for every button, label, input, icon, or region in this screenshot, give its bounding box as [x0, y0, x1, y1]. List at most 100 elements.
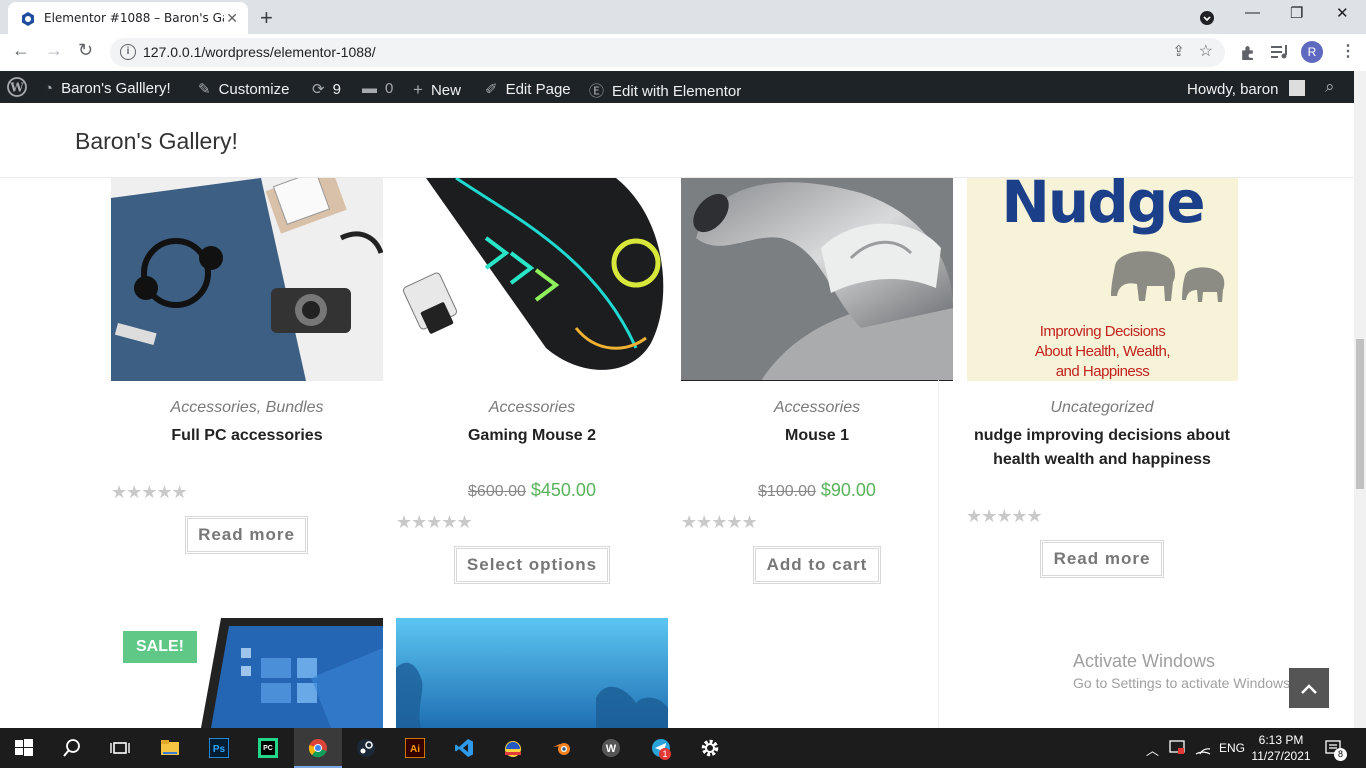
search-icon[interactable]: ⌕ — [1325, 77, 1335, 97]
column-divider — [938, 380, 939, 728]
product-title[interactable]: Full PC accessories — [111, 424, 383, 448]
magnifier-icon — [63, 739, 80, 757]
product-image-nudge-book[interactable]: Nudge Improving Decisions About Health, … — [967, 178, 1238, 381]
new-tab-button[interactable]: + — [260, 5, 273, 31]
cover-sub-line3: and Happiness — [1055, 363, 1150, 380]
wp-site-name-link[interactable]: ◔ Baron's Galllery! — [44, 80, 171, 97]
chrome-menu-icon[interactable]: ⋮ — [1340, 41, 1356, 61]
bookmark-star-icon[interactable]: ☆ — [1199, 41, 1213, 61]
profile-avatar[interactable]: R — [1301, 41, 1323, 63]
read-more-button[interactable]: Read more — [185, 516, 308, 554]
telegram-taskbar-app[interactable]: 1 — [637, 728, 685, 768]
star-rating: ★★★★★ — [681, 512, 758, 532]
product-category[interactable]: Uncategorized — [966, 399, 1238, 417]
wp-edit-page-link[interactable]: ✐ Edit Page — [485, 80, 571, 98]
folder-icon — [161, 740, 179, 755]
sale-price: $450.00 — [530, 480, 596, 500]
product-title[interactable]: nudge improving decisions about health w… — [966, 424, 1238, 472]
page-scrollbar[interactable] — [1354, 71, 1366, 728]
back-icon[interactable]: ← — [12, 40, 30, 61]
maximize-icon[interactable]: ❐ — [1290, 4, 1303, 22]
photoshop-icon: Ps — [209, 738, 229, 758]
vscode-taskbar-app[interactable] — [440, 728, 488, 768]
pycharm-taskbar-app[interactable]: PC — [244, 728, 292, 768]
wp-edit-elementor-link[interactable]: Ⓔ Edit with Elementor — [589, 80, 741, 101]
steam-taskbar-app[interactable] — [342, 728, 390, 768]
product-image-mouse-1[interactable] — [681, 178, 953, 381]
url-text[interactable]: 127.0.0.1/wordpress/elementor-1088/ — [143, 44, 376, 60]
howdy-label: Howdy, baron — [1187, 81, 1279, 98]
reload-icon[interactable]: ↻ — [78, 40, 93, 61]
read-more-button[interactable]: Read more — [1040, 540, 1164, 578]
old-price: $100.00 — [758, 483, 816, 500]
select-options-button[interactable]: Select options — [454, 546, 610, 584]
star-rating: ★★★★★ — [966, 506, 1043, 526]
product-title[interactable]: Gaming Mouse 2 — [396, 424, 668, 448]
language-indicator[interactable]: ENG — [1219, 741, 1245, 755]
old-price: $600.00 — [468, 483, 526, 500]
window-close-icon[interactable]: ✕ — [1336, 4, 1349, 22]
book-cover-title: Nudge — [1001, 178, 1205, 236]
scrollbar-thumb[interactable] — [1356, 339, 1364, 489]
svg-text:W: W — [606, 743, 617, 755]
product-title[interactable]: Mouse 1 — [681, 424, 953, 448]
task-view-icon — [110, 742, 130, 754]
product-image-blue-forest[interactable] — [396, 618, 668, 728]
wifi-icon[interactable] — [1195, 741, 1211, 755]
tab-search-icon[interactable] — [1199, 10, 1215, 26]
settings-taskbar-app[interactable] — [686, 728, 734, 768]
product-title-line2: health wealth and happiness — [993, 451, 1211, 468]
wp-customize-link[interactable]: ✎ Customize — [198, 80, 289, 98]
scroll-to-top-button[interactable] — [1289, 668, 1329, 708]
user-avatar — [1288, 80, 1305, 96]
site-info-icon[interactable]: i — [120, 44, 136, 60]
pycharm-icon: PC — [258, 738, 278, 758]
comment-bubble-icon: ▬ — [362, 80, 377, 97]
wp-admin-bar: W ◔ Baron's Galllery! ✎ Customize ⟳ 9 ▬ 0 + N… — [0, 71, 1354, 103]
product-image-gaming-mouse-2[interactable] — [396, 178, 668, 381]
wp-account-link[interactable]: Howdy, baron — [1187, 80, 1305, 98]
wordpress-logo-icon[interactable]: W — [7, 77, 27, 97]
add-to-cart-button[interactable]: Add to cart — [753, 546, 881, 584]
product-category[interactable]: Accessories — [681, 399, 953, 417]
app-taskbar-item[interactable] — [489, 728, 537, 768]
extensions-icon[interactable] — [1239, 44, 1256, 61]
silver-mouse-photo — [681, 178, 953, 380]
site-title[interactable]: Baron's Gallery! — [75, 128, 238, 155]
browser-tab[interactable]: Elementor #1088 – Baron's Galllery! ✕ — [8, 2, 248, 34]
svg-text:W: W — [9, 81, 24, 95]
tab-title: Elementor #1088 – Baron's Galllery! — [44, 11, 224, 25]
wp-updates-link[interactable]: ⟳ 9 — [312, 80, 341, 98]
photoshop-taskbar-app[interactable]: Ps — [195, 728, 243, 768]
w-app-taskbar-item[interactable]: W — [587, 728, 635, 768]
product-category[interactable]: Accessories, Bundles — [111, 399, 383, 417]
minimize-icon[interactable]: — — [1245, 4, 1260, 21]
wp-new-link[interactable]: + New — [413, 80, 461, 100]
address-bar[interactable]: i 127.0.0.1/wordpress/elementor-1088/ ⇪ … — [110, 38, 1225, 67]
tray-overflow-chevron-icon[interactable]: ︿ — [1146, 740, 1159, 759]
forward-icon[interactable]: → — [45, 40, 63, 61]
updates-count: 9 — [332, 81, 341, 98]
product-image-full-pc-accessories[interactable] — [111, 178, 383, 381]
product-category[interactable]: Accessories — [396, 399, 668, 417]
chrome-taskbar-app[interactable] — [294, 728, 342, 768]
star-rating: ★★★★★ — [396, 512, 473, 532]
wp-comments-link[interactable]: ▬ 0 — [362, 80, 393, 97]
share-icon[interactable]: ⇪ — [1172, 42, 1185, 60]
taskbar-search-button[interactable] — [48, 728, 96, 768]
chevron-up-icon — [1301, 684, 1317, 694]
tab-close-icon[interactable]: ✕ — [226, 10, 238, 27]
plus-icon: + — [413, 80, 423, 99]
blender-taskbar-app[interactable] — [538, 728, 586, 768]
illustrator-taskbar-app[interactable]: Ai — [391, 728, 439, 768]
media-queue-icon[interactable] — [1271, 45, 1289, 60]
task-view-button[interactable] — [96, 728, 144, 768]
gear-icon — [701, 739, 719, 757]
file-explorer-taskbar-app[interactable] — [146, 728, 194, 768]
start-button[interactable] — [0, 728, 48, 768]
clock-date: 11/27/2021 — [1251, 749, 1311, 763]
svg-text:PC: PC — [263, 745, 273, 752]
tray-app-icon[interactable] — [1169, 740, 1186, 755]
taskbar-clock[interactable]: 6:13 PM 11/27/2021 — [1250, 732, 1312, 764]
browser-tab-strip: Elementor #1088 – Baron's Galllery! ✕ + … — [0, 0, 1366, 34]
